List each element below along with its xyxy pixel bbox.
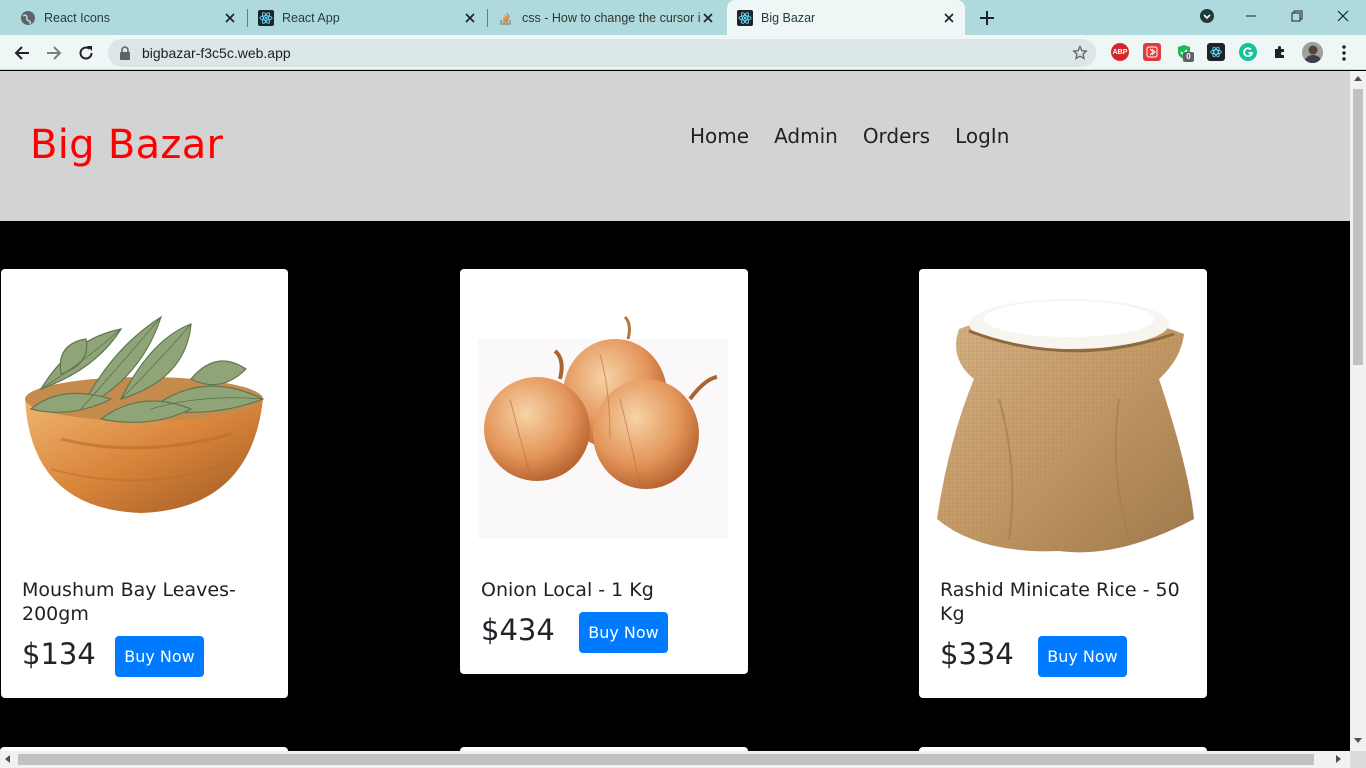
product-card: Onion Local - 1 Kg $434 Buy Now [460,269,748,674]
extension-badge: 0 [1183,52,1194,62]
product-price: $434 [481,613,555,647]
product-price: $334 [940,637,1014,671]
nav-login[interactable]: LogIn [955,124,1009,148]
reload-icon[interactable] [75,42,97,64]
close-tab-icon[interactable] [941,10,957,26]
globe-icon [21,10,35,25]
back-icon[interactable] [11,42,33,64]
product-card: Rashid Minicate Rice - 50 Kg $334 Buy No… [919,269,1207,698]
product-name-line: Kg [940,603,965,625]
product-image-bay-leaves [25,315,265,513]
grammarly-icon[interactable] [1239,43,1257,61]
product-name-line: Moushum Bay Leaves- [22,579,236,601]
brand-logo[interactable]: Big Bazar [30,122,223,168]
scrollbar-thumb[interactable] [18,754,1314,765]
minimize-icon[interactable] [1239,6,1263,26]
product-name-line: 200gm [22,603,89,625]
buy-now-button[interactable]: Buy Now [115,636,204,677]
product-image-rice-sack [937,299,1194,553]
stackoverflow-icon [500,12,511,25]
main-nav: Home Admin Orders LogIn [690,124,1034,148]
react-icon [737,9,753,26]
product-name: Moushum Bay Leaves- 200gm [22,578,236,626]
tab-title: React App [282,10,340,25]
product-card: Moushum Bay Leaves- 200gm $134 Buy Now [1,269,288,698]
tab-react-app[interactable]: React App [248,0,486,35]
buy-now-button[interactable]: Buy Now [1038,636,1127,677]
product-name: Onion Local - 1 Kg [481,578,654,602]
tab-stackoverflow[interactable]: css - How to change the cursor i [488,0,724,35]
bookmark-star-icon[interactable] [1072,45,1088,61]
extension-icon[interactable] [1143,43,1161,61]
tab-big-bazar[interactable]: Big Bazar [727,0,965,35]
nav-admin[interactable]: Admin [774,124,838,148]
scroll-down-icon[interactable] [1354,738,1362,743]
react-icon [258,9,274,26]
buy-now-button[interactable]: Buy Now [579,612,668,653]
scrollbar-thumb[interactable] [1353,89,1363,365]
shield-check-icon[interactable]: 0 [1175,43,1194,62]
close-tab-icon[interactable] [222,10,238,26]
react-devtools-icon[interactable] [1207,43,1225,61]
address-bar[interactable]: bigbazar-f3c5c.web.app [108,39,1096,67]
vertical-scrollbar[interactable] [1350,71,1366,751]
restore-icon[interactable] [1285,6,1309,26]
close-tab-icon[interactable] [700,10,716,26]
forward-icon[interactable] [43,42,65,64]
tab-title: css - How to change the cursor i [522,10,700,25]
close-tab-icon[interactable] [462,10,478,26]
scroll-left-icon[interactable] [5,755,10,763]
tab-react-icons[interactable]: React Icons [0,0,246,35]
adblock-icon[interactable]: ABP [1111,43,1129,61]
nav-home[interactable]: Home [690,124,749,148]
close-window-icon[interactable] [1331,6,1355,26]
new-tab-icon[interactable] [977,8,997,28]
product-price: $134 [22,637,96,671]
product-image-onions [478,315,728,539]
product-name: Rashid Minicate Rice - 50 Kg [940,578,1180,626]
page-content: Big Bazar Home Admin Orders LogIn Moushu… [0,71,1350,751]
lock-icon[interactable] [119,46,131,60]
tab-title: Big Bazar [761,10,816,25]
horizontal-scrollbar[interactable] [0,751,1350,768]
url-text[interactable]: bigbazar-f3c5c.web.app [142,39,291,67]
scrollbar-corner [1350,751,1366,768]
puzzle-icon[interactable] [1271,43,1289,61]
tab-strip: React Icons React App css - How to chang… [0,0,1366,35]
tab-search-icon[interactable] [1195,6,1219,26]
avatar[interactable] [1302,42,1323,63]
tab-title: React Icons [44,10,111,25]
product-name-line: Onion Local - 1 Kg [481,579,654,601]
scroll-right-icon[interactable] [1336,755,1341,763]
browser-toolbar: bigbazar-f3c5c.web.app ABP 0 [0,35,1366,70]
scroll-up-icon[interactable] [1354,76,1362,81]
site-header: Big Bazar Home Admin Orders LogIn [0,71,1350,221]
nav-orders[interactable]: Orders [863,124,930,148]
menu-kebab-icon[interactable] [1334,42,1354,64]
product-name-line: Rashid Minicate Rice - 50 [940,579,1180,601]
